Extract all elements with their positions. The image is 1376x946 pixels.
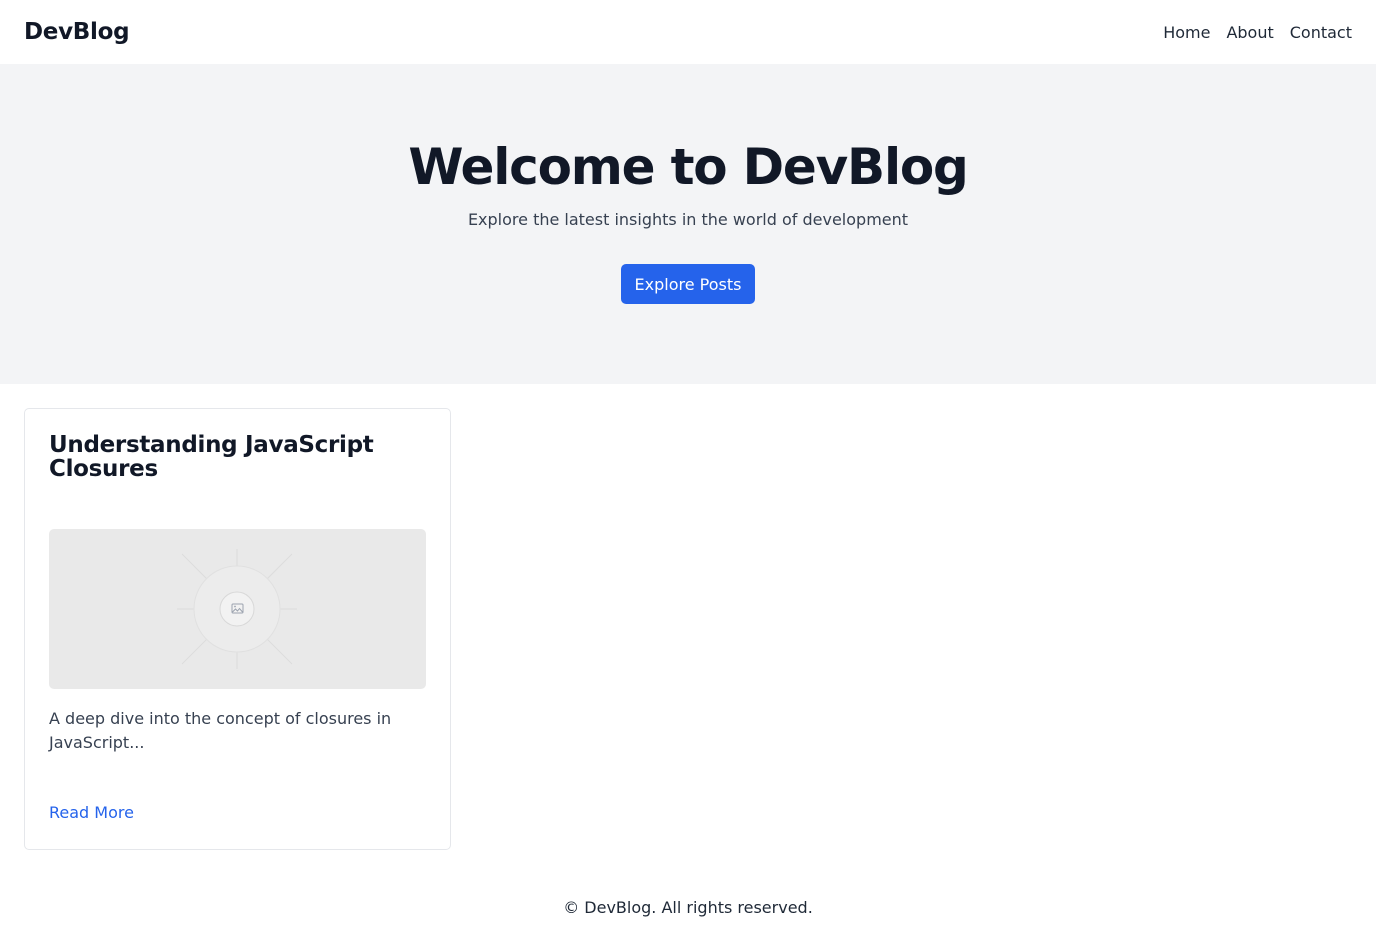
- site-header: DevBlog Home About Contact: [0, 0, 1376, 64]
- nav-link-home[interactable]: Home: [1163, 23, 1210, 42]
- post-title[interactable]: Understanding JavaScript Closures: [49, 433, 419, 481]
- post-excerpt: A deep dive into the concept of closures…: [49, 709, 392, 752]
- nav-link-contact[interactable]: Contact: [1290, 23, 1352, 42]
- site-footer: © DevBlog. All rights reserved.: [563, 898, 813, 917]
- explore-posts-button[interactable]: Explore Posts: [621, 264, 755, 304]
- main-nav: Home About Contact: [1163, 23, 1352, 42]
- image-placeholder-icon: [177, 549, 297, 669]
- hero-subtitle: Explore the latest insights in the world…: [467, 210, 909, 229]
- hero-title: Welcome to DevBlog: [408, 138, 968, 196]
- brand-logo[interactable]: DevBlog: [24, 19, 130, 45]
- hero-section: Welcome to DevBlog Explore the latest in…: [0, 64, 1376, 384]
- post-card: Understanding JavaScript Closures A deep…: [24, 408, 451, 850]
- post-image: [49, 529, 426, 689]
- nav-link-about[interactable]: About: [1226, 23, 1273, 42]
- read-more-link[interactable]: Read More: [49, 803, 134, 822]
